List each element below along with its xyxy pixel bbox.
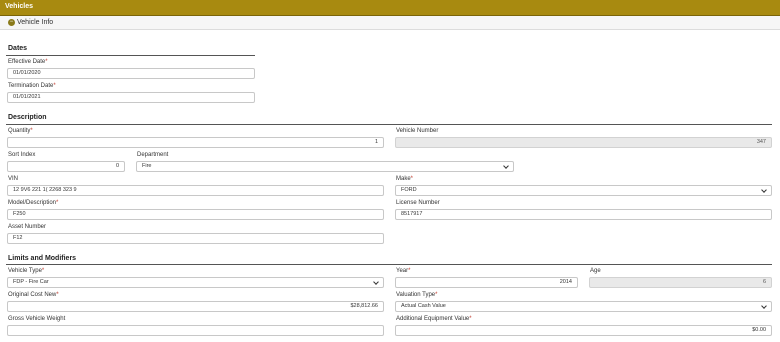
valuation-type-select[interactable]: Actual Cash Value [395,301,772,312]
model-description-input[interactable]: F250 [7,209,384,220]
vehicle-number-input: 347 [395,137,772,148]
year-label: Year* [396,268,411,274]
age-label: Age [590,268,601,274]
vehicle-type-label: Vehicle Type* [8,268,45,274]
vin-label: VIN [8,176,19,182]
department-select[interactable]: Fire [136,161,514,172]
department-label: Department [137,152,169,158]
vehicle-info-panel-header[interactable]: − Vehicle Info [0,16,780,30]
additional-equipment-label: Additional Equipment Value* [396,316,472,322]
effective-date-input[interactable]: 01/01/2020 [7,68,255,79]
make-label: Make* [396,176,414,182]
quantity-input[interactable]: 1 [7,137,384,148]
vehicle-number-label: Vehicle Number [396,128,439,134]
vin-input[interactable]: 12 9V6 221 1( 2268 323 9 [7,185,384,196]
termination-date-label: Termination Date* [8,83,56,89]
gross-vehicle-weight-input[interactable] [7,325,384,336]
limits-divider [6,264,772,265]
termination-date-input[interactable]: 01/01/2021 [7,92,255,103]
description-heading: Description [8,114,47,121]
asset-number-label: Asset Number [8,224,47,230]
dates-heading: Dates [8,45,28,52]
window-titlebar: Vehicles [0,0,780,16]
year-input[interactable]: 2014 [395,277,578,288]
form-content: Dates Effective Date* 01/01/2020 Termina… [0,31,780,342]
dates-divider [6,55,255,56]
age-input: 6 [589,277,772,288]
quantity-label: Quantity* [8,128,33,134]
sort-index-label: Sort Index [8,152,36,158]
license-number-label: License Number [396,200,440,206]
limits-heading: Limits and Modifiers [8,255,77,262]
sort-index-input[interactable]: 0 [7,161,125,172]
effective-date-label: Effective Date* [8,59,48,65]
original-cost-label: Original Cost New* [8,292,59,298]
license-number-input[interactable]: 8517917 [395,209,772,220]
valuation-type-label: Valuation Type* [396,292,438,298]
vehicle-type-select[interactable]: FDP - Fire Car [7,277,384,288]
model-description-label: Model/Description* [8,200,59,206]
gross-vehicle-weight-label: Gross Vehicle Weight [8,316,66,322]
window-title: Vehicles [5,3,34,10]
additional-equipment-input[interactable]: $0.00 [395,325,772,336]
original-cost-input[interactable]: $28,812.66 [7,301,384,312]
panel-title: Vehicle Info [17,19,54,26]
minus-circle-icon[interactable]: − [8,19,15,26]
description-divider [6,124,772,125]
make-select[interactable]: FORD [395,185,772,196]
asset-number-input[interactable]: F12 [7,233,384,244]
